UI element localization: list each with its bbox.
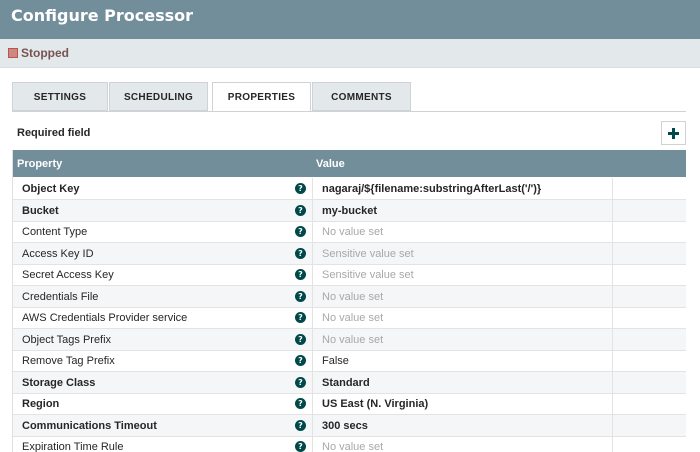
column-divider — [612, 307, 613, 329]
tab-scheduling[interactable]: SCHEDULING — [109, 82, 208, 111]
column-divider — [612, 242, 613, 265]
property-value[interactable]: Sensitive value set — [322, 248, 414, 260]
property-value[interactable]: my-bucket — [322, 205, 377, 217]
property-name: Object Key — [22, 183, 80, 195]
help-icon[interactable]: ? — [295, 398, 306, 409]
tab-comments[interactable]: COMMENTS — [312, 82, 411, 111]
help-icon[interactable]: ? — [295, 290, 306, 302]
property-name: Secret Access Key — [22, 269, 114, 281]
column-divider — [312, 264, 313, 286]
help-icon[interactable]: ? — [295, 204, 306, 216]
column-divider — [612, 178, 613, 200]
property-name: Bucket — [22, 204, 59, 217]
column-divider — [612, 350, 613, 372]
column-divider — [312, 393, 313, 415]
dialog-title: Configure Processor — [11, 6, 194, 25]
table-header: Property Value — [13, 150, 686, 177]
column-divider — [612, 414, 613, 437]
property-value[interactable]: Standard — [322, 377, 370, 389]
table-row[interactable]: Secret Access Key? Sensitive value set — [13, 264, 686, 286]
property-value[interactable]: False — [322, 355, 349, 367]
property-value[interactable]: nagaraj/${filename:substringAfterLast('/… — [322, 183, 541, 195]
tab-properties[interactable]: PROPERTIES — [212, 82, 311, 112]
table-row[interactable]: Communications Timeout? 300 secs — [13, 414, 686, 437]
table-row[interactable]: AWS Credentials Provider service? No valu… — [13, 307, 686, 329]
table-row[interactable]: Storage Class? Standard — [13, 371, 686, 394]
status-bar: Stopped — [0, 39, 700, 68]
stopped-icon — [8, 48, 18, 58]
property-name: Communications Timeout — [22, 419, 157, 432]
tab-divider — [12, 111, 686, 112]
table-row[interactable]: Expiration Time Rule? No value set — [13, 436, 686, 452]
column-divider — [312, 371, 313, 394]
column-divider — [312, 178, 313, 200]
column-divider — [312, 199, 313, 222]
property-value[interactable]: US East (N. Virginia) — [322, 398, 428, 410]
column-divider — [312, 436, 313, 452]
table-row[interactable]: Access Key ID? Sensitive value set — [13, 242, 686, 265]
dialog-header: Configure Processor — [0, 0, 700, 39]
table-row[interactable]: Region? US East (N. Virginia) — [13, 393, 686, 415]
table-row[interactable]: Credentials File? No value set — [13, 285, 686, 308]
column-header-value[interactable]: Value — [316, 158, 345, 170]
help-icon[interactable]: ? — [295, 183, 306, 194]
table-row[interactable]: Bucket? my-bucket — [13, 199, 686, 222]
property-name: Expiration Time Rule — [22, 441, 124, 452]
property-name: Object Tags Prefix — [22, 333, 112, 346]
column-divider — [312, 285, 313, 308]
tab-settings[interactable]: SETTINGS — [12, 82, 108, 111]
column-divider — [312, 307, 313, 329]
column-divider — [612, 371, 613, 394]
column-divider — [612, 221, 613, 243]
property-name: Region — [22, 398, 60, 410]
property-value[interactable]: No value set — [322, 226, 383, 238]
help-icon[interactable]: ? — [295, 441, 306, 452]
add-property-button[interactable] — [661, 121, 686, 145]
help-icon[interactable]: ? — [295, 355, 306, 366]
column-divider — [612, 436, 613, 452]
property-name: Credentials File — [22, 290, 99, 303]
table-row[interactable]: Object Tags Prefix? No value set — [13, 328, 686, 351]
column-divider — [312, 328, 313, 351]
table-row[interactable]: Remove Tag Prefix? False — [13, 350, 686, 372]
help-icon[interactable]: ? — [295, 376, 306, 388]
property-value[interactable]: No value set — [322, 312, 383, 324]
help-icon[interactable]: ? — [295, 226, 306, 237]
column-divider — [312, 221, 313, 243]
table-row[interactable]: Object Key? nagaraj/${filename:substringA… — [13, 178, 686, 200]
help-icon[interactable]: ? — [295, 333, 306, 345]
column-divider — [312, 350, 313, 372]
help-icon[interactable]: ? — [295, 247, 306, 259]
column-divider — [612, 199, 613, 222]
properties-table: Property Value Object Key? nagaraj/${file… — [12, 150, 686, 452]
column-header-property[interactable]: Property — [17, 158, 62, 170]
property-value[interactable]: No value set — [322, 441, 383, 452]
column-divider — [612, 328, 613, 351]
help-icon[interactable]: ? — [295, 312, 306, 323]
column-divider — [312, 414, 313, 437]
property-name: Content Type — [22, 226, 88, 238]
property-name: Remove Tag Prefix — [22, 355, 115, 367]
status-label: Stopped — [21, 46, 69, 60]
column-divider — [612, 264, 613, 286]
help-icon[interactable]: ? — [295, 269, 306, 280]
property-name: Access Key ID — [22, 247, 94, 260]
property-value[interactable]: No value set — [322, 291, 383, 303]
table-row[interactable]: Content Type? No value set — [13, 221, 686, 243]
help-icon[interactable]: ? — [295, 419, 306, 431]
column-divider — [612, 285, 613, 308]
property-name: Storage Class — [22, 376, 96, 389]
property-name: AWS Credentials Provider service — [22, 312, 188, 324]
property-value[interactable]: Sensitive value set — [322, 269, 414, 281]
column-divider — [312, 242, 313, 265]
property-value[interactable]: No value set — [322, 334, 383, 346]
required-field-label: Required field — [17, 127, 91, 139]
property-value[interactable]: 300 secs — [322, 420, 368, 432]
column-divider — [612, 393, 613, 415]
